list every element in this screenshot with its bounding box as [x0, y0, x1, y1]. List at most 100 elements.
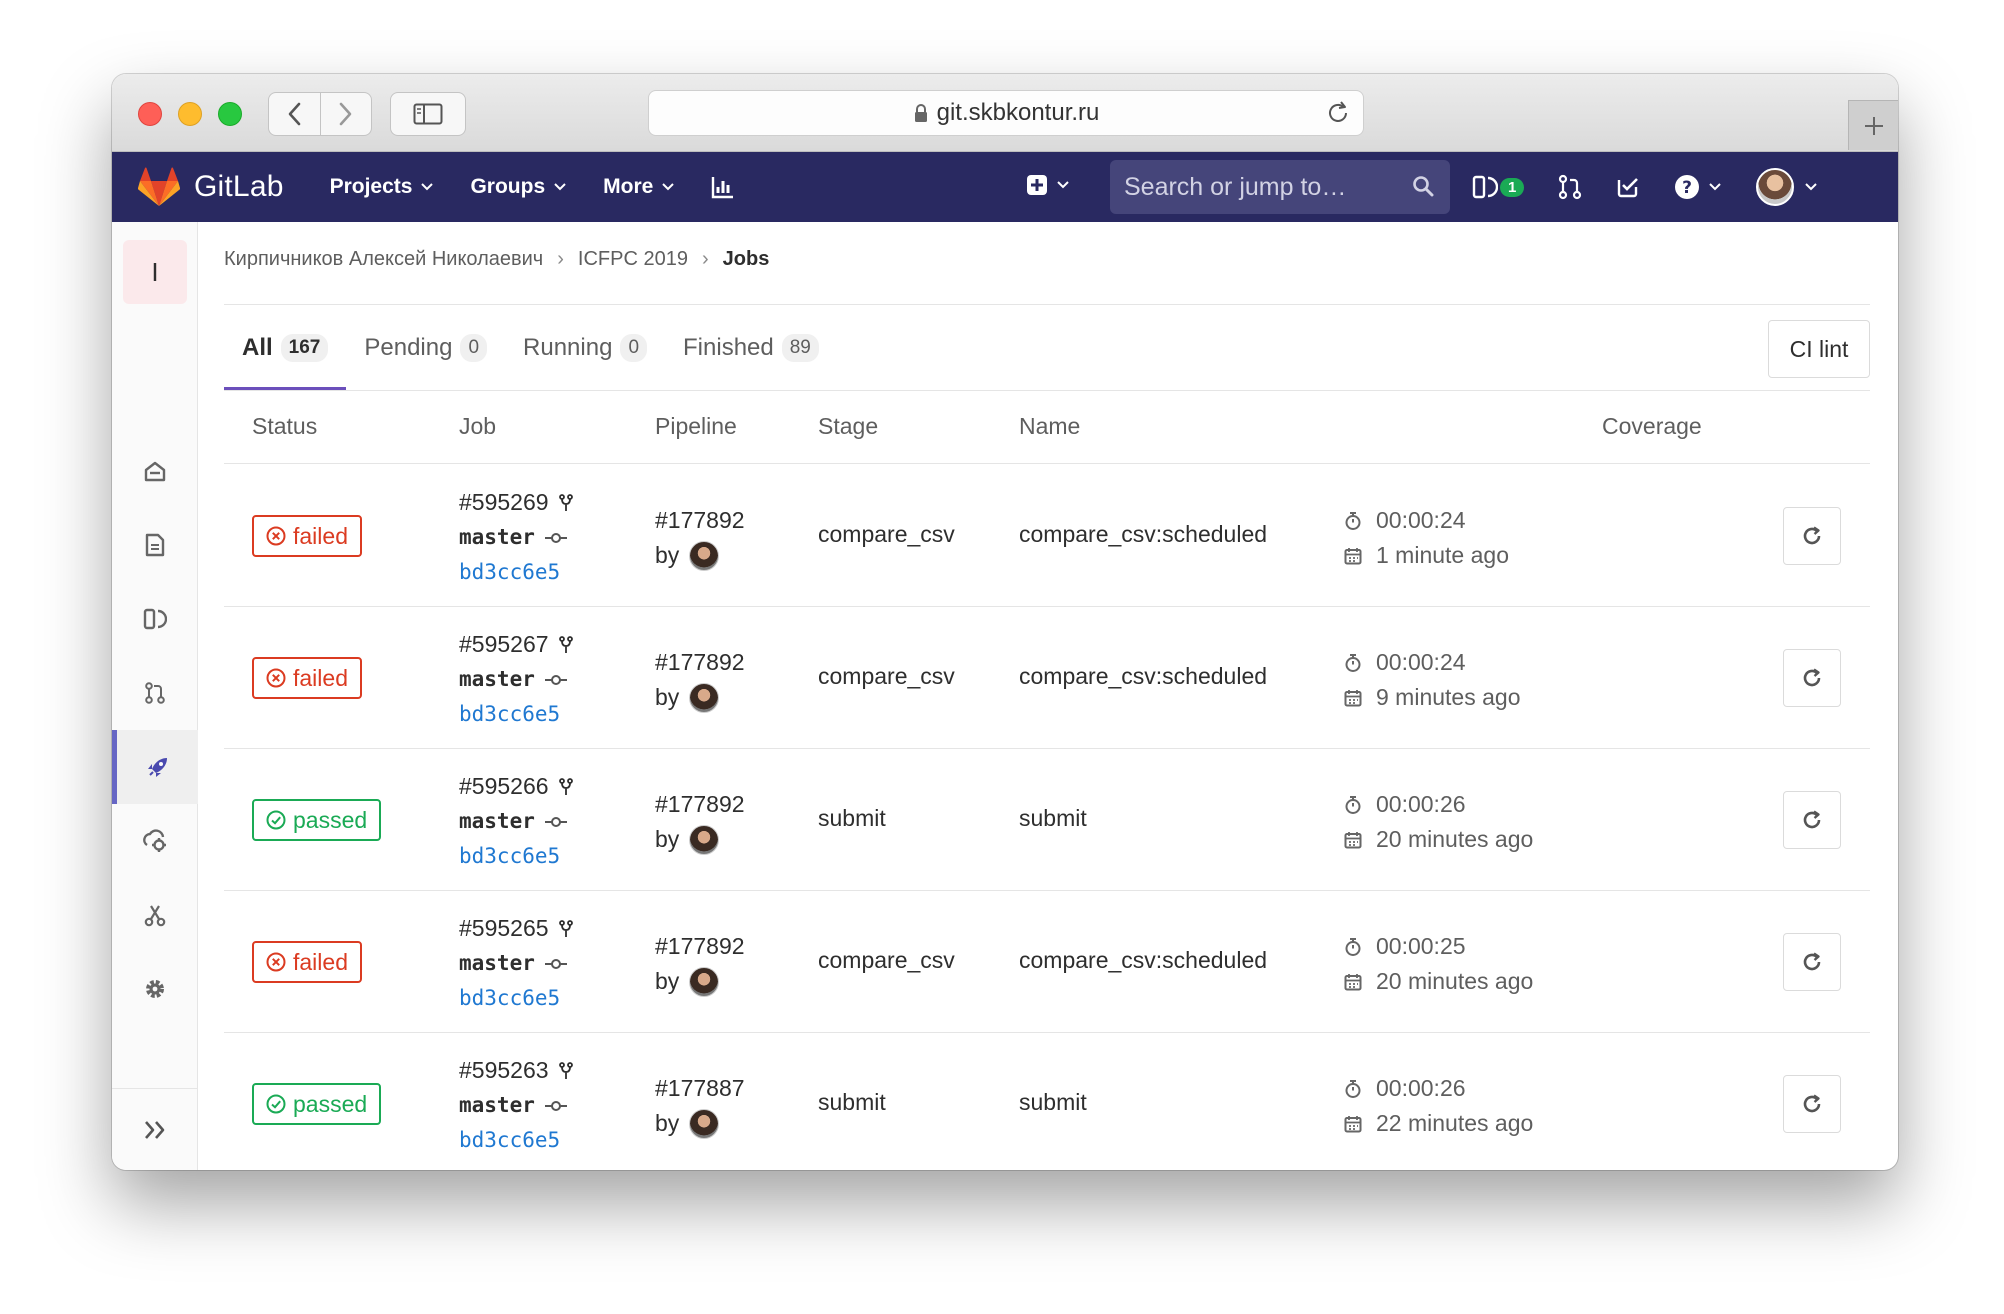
- issues-button[interactable]: 1: [1472, 174, 1525, 200]
- sidebar-item-settings[interactable]: [112, 952, 198, 1026]
- table-row: failed #595269 master bd3cc6e5 #177892 b…: [224, 465, 1870, 607]
- avatar[interactable]: [689, 1108, 720, 1139]
- avatar[interactable]: [689, 824, 720, 855]
- project-avatar[interactable]: I: [123, 240, 187, 304]
- pipeline-link[interactable]: #177892: [655, 645, 745, 680]
- reload-icon[interactable]: [1325, 100, 1351, 133]
- tab-pending[interactable]: Pending 0: [346, 305, 505, 390]
- commit-sha-link[interactable]: bd3cc6e5: [459, 1123, 560, 1158]
- pipeline-cell: #177892 by: [655, 787, 745, 857]
- calendar-icon: [1342, 831, 1364, 849]
- status-badge[interactable]: passed: [252, 1083, 382, 1125]
- sidebar-collapse-button[interactable]: [112, 1088, 198, 1170]
- sidebar-item-issues[interactable]: [112, 582, 198, 656]
- stage-name: submit: [818, 805, 886, 831]
- sidebar-item-merge-requests[interactable]: [112, 656, 198, 730]
- status-badge[interactable]: failed: [252, 515, 362, 557]
- sidebar-item-repository[interactable]: [112, 508, 198, 582]
- chevron-down-icon: [421, 183, 434, 191]
- avatar[interactable]: [689, 966, 720, 997]
- table-row: failed #595267 master bd3cc6e5 #177892 b…: [224, 607, 1870, 749]
- avatar[interactable]: [689, 682, 720, 713]
- zoom-window-button[interactable]: [218, 102, 242, 126]
- retry-button[interactable]: [1783, 933, 1841, 991]
- search-input[interactable]: Search or jump to…: [1110, 160, 1450, 214]
- pipeline-link[interactable]: #177892: [655, 787, 745, 822]
- commit-sha-link[interactable]: bd3cc6e5: [459, 697, 560, 732]
- commit-sha-link[interactable]: bd3cc6e5: [459, 555, 560, 590]
- status-badge[interactable]: passed: [252, 799, 382, 841]
- sidebar-toggle-button[interactable]: [390, 92, 466, 136]
- calendar-icon: [1342, 547, 1364, 565]
- commit-sha-link[interactable]: bd3cc6e5: [459, 839, 560, 874]
- breadcrumb-user[interactable]: Кирпичников Алексей Николаевич: [224, 248, 543, 271]
- pipeline-link[interactable]: #177892: [655, 503, 745, 538]
- todos-button[interactable]: [1616, 175, 1640, 199]
- timing-cell: 00:00:24 1 minute ago: [1342, 503, 1509, 573]
- jobs-table-header: Status Job Pipeline Stage Name Coverage: [224, 391, 1870, 464]
- pipeline-link[interactable]: #177892: [655, 929, 745, 964]
- fork-icon: [558, 635, 573, 654]
- address-bar[interactable]: git.skbkontur.ru: [648, 90, 1364, 136]
- branch-name[interactable]: master: [459, 1088, 535, 1123]
- sidebar-item-ci-cd[interactable]: [112, 730, 198, 804]
- retry-icon: [1803, 810, 1821, 829]
- branch-name[interactable]: master: [459, 946, 535, 981]
- branch-name[interactable]: master: [459, 804, 535, 839]
- help-dropdown[interactable]: ?: [1674, 174, 1722, 200]
- stage-name: compare_csv: [818, 521, 955, 547]
- new-tab-button[interactable]: [1848, 100, 1898, 150]
- chevron-down-icon: [554, 183, 566, 191]
- back-button[interactable]: [269, 93, 320, 135]
- merge-requests-button[interactable]: [1558, 174, 1582, 200]
- tab-count-badge: 167: [280, 333, 329, 362]
- job-link[interactable]: #595266: [459, 769, 549, 804]
- tab-finished[interactable]: Finished 89: [665, 305, 837, 390]
- passed-check-icon: [266, 1094, 286, 1114]
- retry-button[interactable]: [1783, 791, 1841, 849]
- close-window-button[interactable]: [138, 102, 162, 126]
- calendar-icon: [1342, 973, 1364, 991]
- branch-name[interactable]: master: [459, 520, 535, 555]
- branch-name[interactable]: master: [459, 662, 535, 697]
- gitlab-home-link[interactable]: GitLab: [138, 167, 284, 207]
- pipeline-link[interactable]: #177887: [655, 1071, 745, 1106]
- avatar[interactable]: [689, 540, 720, 571]
- minimize-window-button[interactable]: [178, 102, 202, 126]
- sidebar-item-snippets[interactable]: [112, 878, 198, 952]
- timing-cell: 00:00:26 22 minutes ago: [1342, 1071, 1533, 1141]
- retry-button[interactable]: [1783, 649, 1841, 707]
- activity-chart-icon[interactable]: [711, 175, 735, 199]
- status-label: failed: [293, 948, 348, 975]
- merge-request-icon: [145, 682, 165, 704]
- sidebar-item-operations[interactable]: [112, 804, 198, 878]
- col-pipeline: Pipeline: [655, 413, 737, 439]
- stage-name: compare_csv: [818, 947, 955, 973]
- breadcrumb-current[interactable]: Jobs: [723, 248, 770, 271]
- rocket-icon: [147, 758, 167, 777]
- job-link[interactable]: #595263: [459, 1053, 549, 1088]
- commit-sha-link[interactable]: bd3cc6e5: [459, 981, 560, 1016]
- pipeline-cell: #177892 by: [655, 503, 745, 573]
- retry-button[interactable]: [1783, 507, 1841, 565]
- job-finished-time: 1 minute ago: [1376, 542, 1509, 568]
- status-badge[interactable]: failed: [252, 657, 362, 699]
- job-link[interactable]: #595269: [459, 485, 549, 520]
- tab-all[interactable]: All 167: [224, 305, 347, 390]
- job-link[interactable]: #595267: [459, 627, 549, 662]
- ci-lint-button[interactable]: CI lint: [1768, 320, 1870, 378]
- breadcrumb-project[interactable]: ICFPC 2019: [578, 248, 688, 271]
- job-finished-time: 20 minutes ago: [1376, 826, 1534, 852]
- new-item-dropdown[interactable]: [1026, 174, 1070, 196]
- status-badge[interactable]: failed: [252, 941, 362, 983]
- forward-button[interactable]: [319, 93, 372, 135]
- tab-running[interactable]: Running 0: [505, 305, 665, 390]
- fork-icon: [558, 919, 573, 938]
- sidebar-item-project-home[interactable]: [112, 434, 198, 508]
- job-link[interactable]: #595265: [459, 911, 549, 946]
- user-menu[interactable]: [1756, 168, 1818, 206]
- nav-groups[interactable]: Groups: [470, 175, 567, 199]
- retry-button[interactable]: [1783, 1075, 1841, 1133]
- nav-more[interactable]: More: [603, 175, 675, 199]
- nav-projects[interactable]: Projects: [330, 175, 435, 199]
